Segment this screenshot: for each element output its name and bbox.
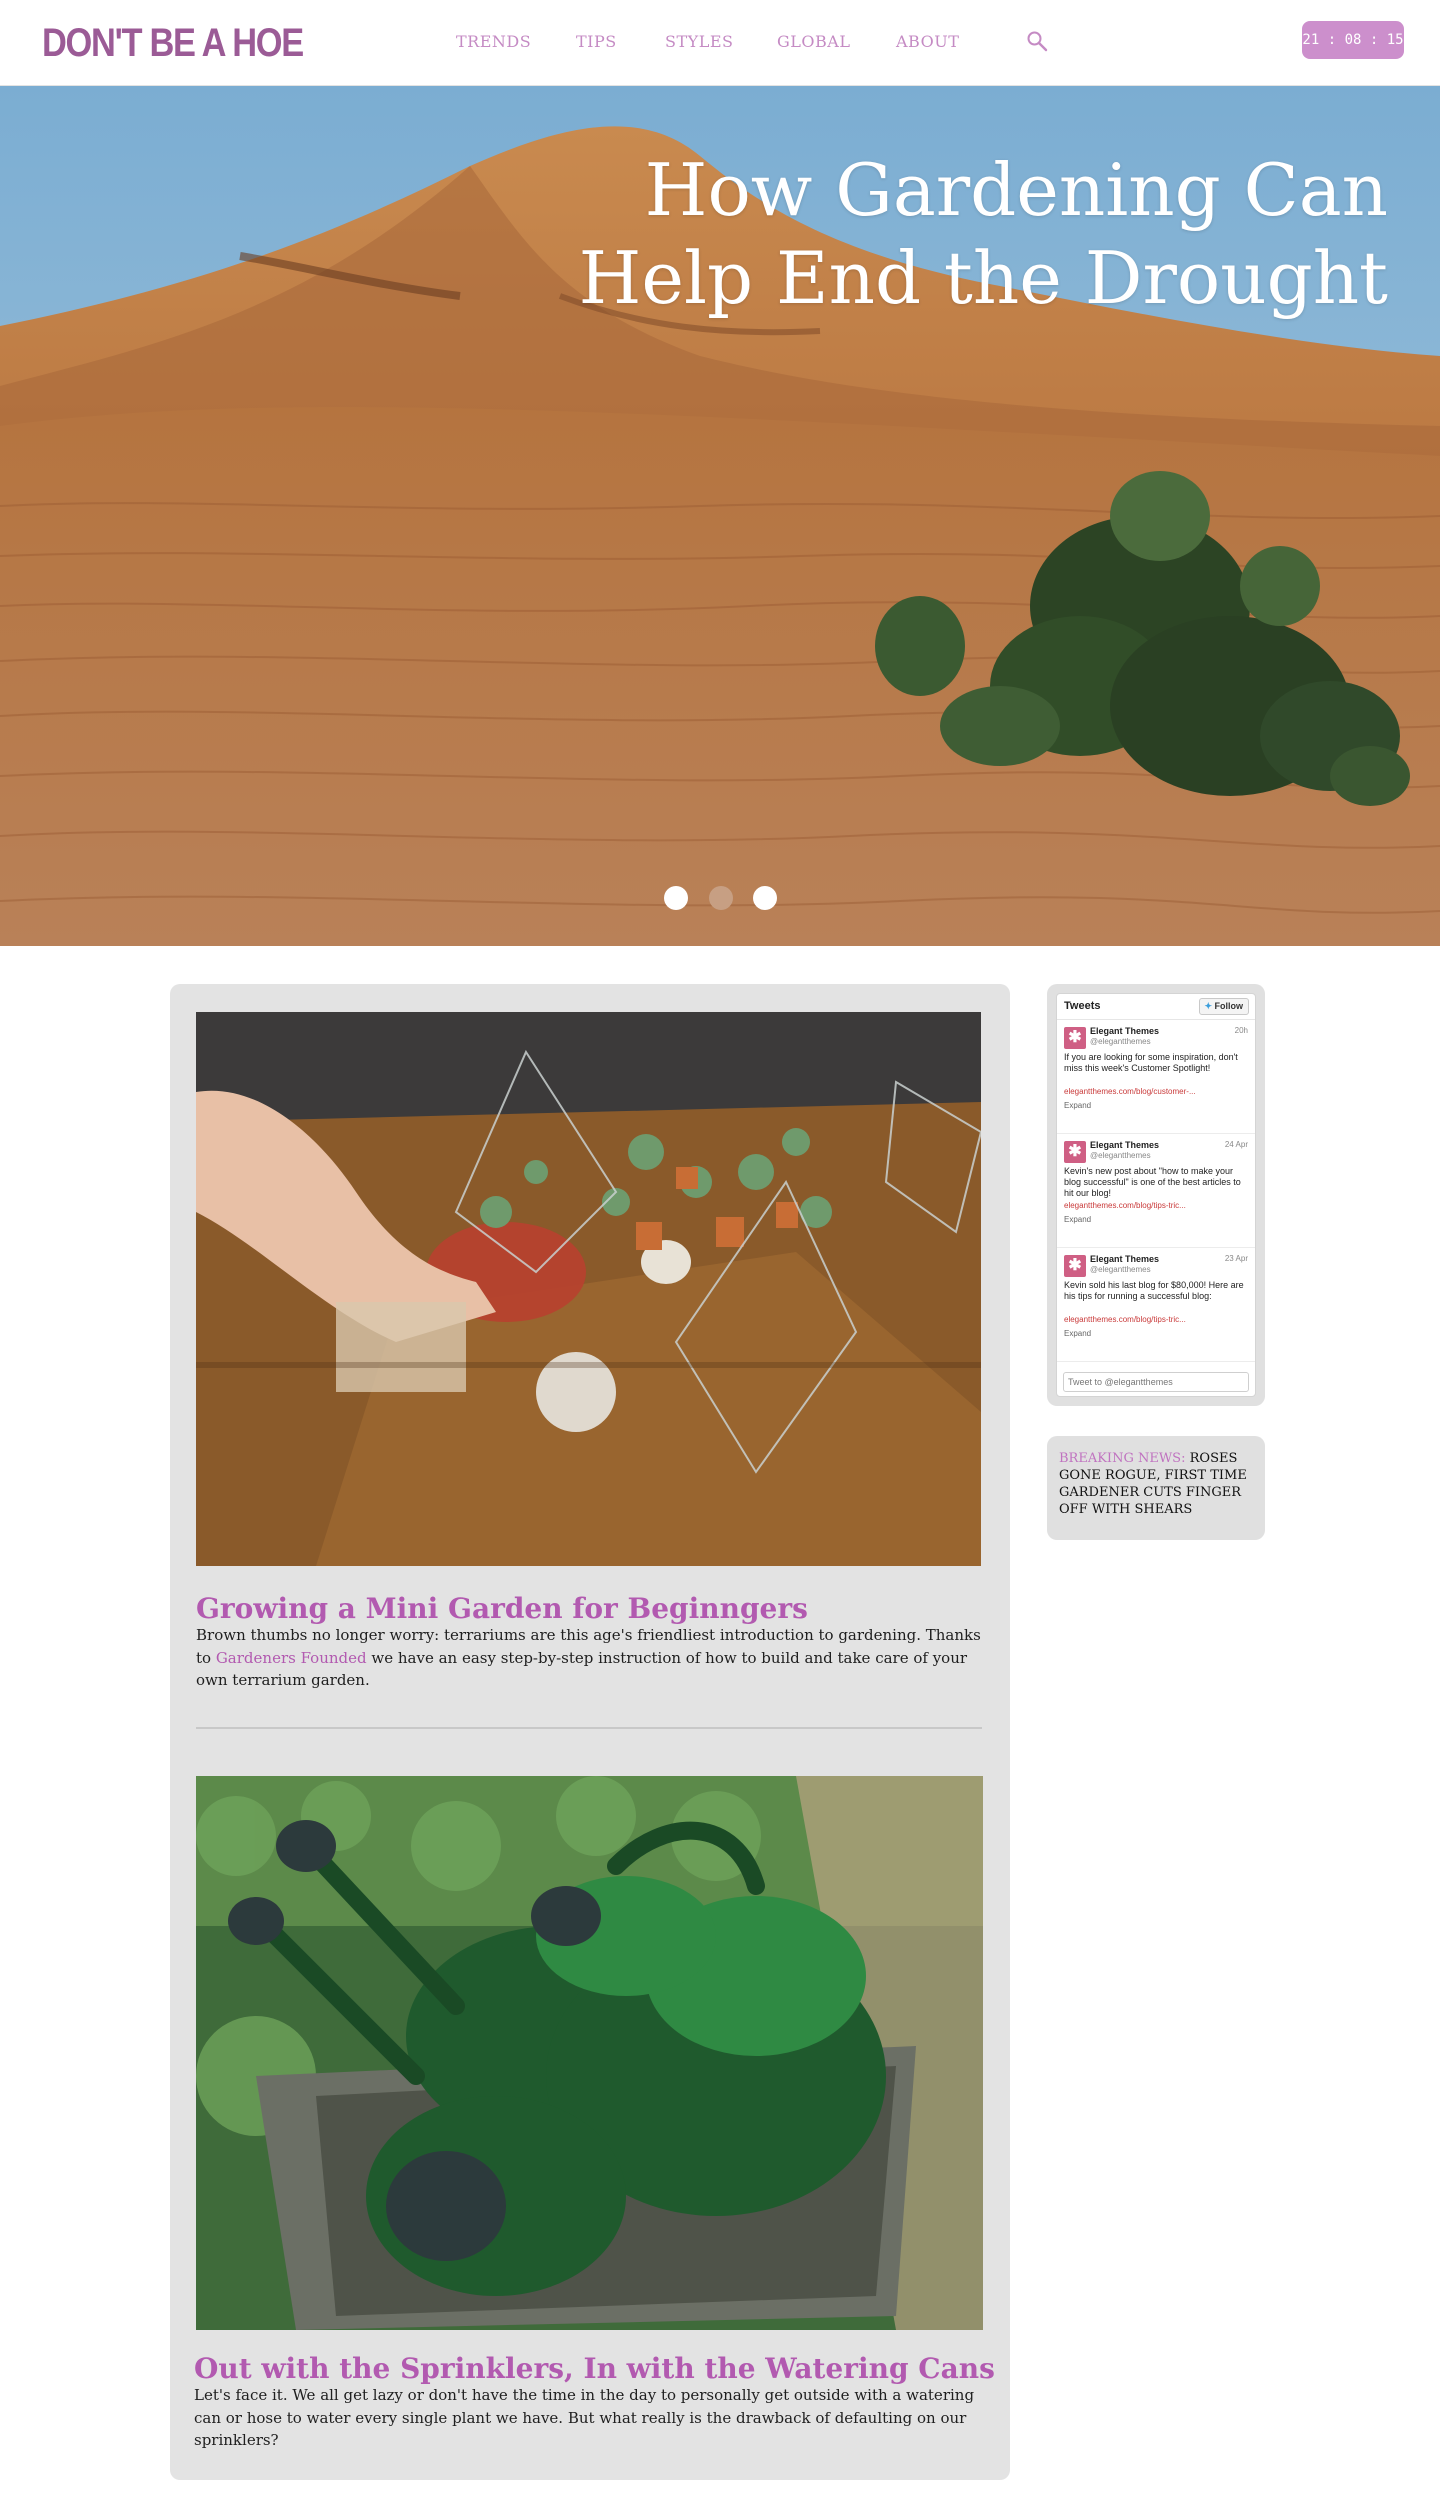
tweet-item[interactable]: ✱ Elegant Themes @elegantthemes 20h If y… bbox=[1057, 1021, 1255, 1134]
nav-item-global[interactable]: GLOBAL bbox=[777, 32, 850, 51]
tweet-to-input[interactable]: Tweet to @elegantthemes bbox=[1063, 1372, 1249, 1392]
site-logo[interactable]: DON'T BE A HOE bbox=[42, 18, 304, 68]
breaking-news-widget: BREAKING NEWS: ROSES GONE ROGUE, FIRST T… bbox=[1047, 1436, 1265, 1540]
tweet-link[interactable]: elegantthemes.com/blog/tips-tric... bbox=[1064, 1201, 1250, 1210]
tweets-title: Tweets bbox=[1064, 1000, 1101, 1012]
tweet-author-name[interactable]: Elegant Themes bbox=[1090, 1026, 1159, 1036]
post-title[interactable]: Out with the Sprinklers, In with the Wat… bbox=[194, 2352, 995, 2385]
nav-item-trends[interactable]: TRENDS bbox=[456, 32, 531, 51]
tweet-link[interactable]: elegantthemes.com/blog/tips-tric... bbox=[1064, 1315, 1250, 1324]
tweet-expand-link[interactable]: Expand bbox=[1064, 1215, 1091, 1224]
post-image-watering-cans[interactable] bbox=[196, 1776, 983, 2330]
posts-column: Growing a Mini Garden for Beginngers Bro… bbox=[170, 984, 1010, 2480]
tweets-widget: Tweets ✦ Follow ✱ Elegant Themes @elegan… bbox=[1047, 984, 1265, 1406]
post-title[interactable]: Growing a Mini Garden for Beginngers bbox=[196, 1592, 808, 1625]
tweet-text: If you are looking for some inspiration,… bbox=[1064, 1052, 1238, 1073]
tweets-header: Tweets ✦ Follow bbox=[1057, 994, 1255, 1020]
follow-button[interactable]: ✦ Follow bbox=[1199, 998, 1249, 1015]
hero-slider: How Gardening Can Help End the Drought bbox=[0, 86, 1440, 946]
tweet-link[interactable]: elegantthemes.com/blog/customer-... bbox=[1064, 1087, 1250, 1096]
tweet-author-name[interactable]: Elegant Themes bbox=[1090, 1140, 1159, 1150]
tweet-timestamp[interactable]: 23 Apr bbox=[1225, 1254, 1248, 1263]
tweet-item[interactable]: ✱ Elegant Themes @elegantthemes 23 Apr K… bbox=[1057, 1249, 1255, 1362]
tweet-expand-link[interactable]: Expand bbox=[1064, 1329, 1091, 1338]
tweet-author-handle[interactable]: @elegantthemes bbox=[1090, 1037, 1151, 1046]
slider-dot-3[interactable] bbox=[753, 886, 777, 910]
post-divider bbox=[196, 1727, 982, 1729]
clock-badge: 21 : 08 : 15 bbox=[1302, 21, 1404, 59]
tweet-item[interactable]: ✱ Elegant Themes @elegantthemes 24 Apr K… bbox=[1057, 1135, 1255, 1248]
nav-item-about[interactable]: ABOUT bbox=[896, 32, 959, 51]
hero-title-line-2: Help End the Drought bbox=[578, 236, 1388, 320]
tweet-text: Kevin's new post about "how to make your… bbox=[1064, 1166, 1241, 1198]
elegant-themes-avatar-icon[interactable]: ✱ bbox=[1064, 1141, 1086, 1163]
hero-title-line-1: How Gardening Can bbox=[644, 148, 1388, 232]
tweet-author-handle[interactable]: @elegantthemes bbox=[1090, 1151, 1151, 1160]
breaking-news-label[interactable]: BREAKING NEWS: bbox=[1059, 1451, 1185, 1466]
twitter-bird-icon: ✦ bbox=[1204, 1001, 1212, 1011]
tweet-author-name[interactable]: Elegant Themes bbox=[1090, 1254, 1159, 1264]
elegant-themes-avatar-icon[interactable]: ✱ bbox=[1064, 1255, 1086, 1277]
follow-label: Follow bbox=[1214, 1001, 1244, 1011]
tweet-author-handle[interactable]: @elegantthemes bbox=[1090, 1265, 1151, 1274]
hero-title[interactable]: How Gardening Can Help End the Drought bbox=[528, 146, 1388, 322]
search-icon[interactable] bbox=[1025, 29, 1049, 53]
elegant-themes-avatar-icon[interactable]: ✱ bbox=[1064, 1027, 1086, 1049]
post-image-terrarium[interactable] bbox=[196, 1012, 981, 1566]
slider-dot-1[interactable] bbox=[664, 886, 688, 910]
site-header: DON'T BE A HOE TRENDS TIPS STYLES GLOBAL… bbox=[0, 0, 1440, 86]
post-excerpt: Brown thumbs no longer worry: terrariums… bbox=[196, 1624, 982, 1692]
tweet-timestamp[interactable]: 20h bbox=[1235, 1026, 1248, 1035]
nav-item-styles[interactable]: STYLES bbox=[665, 32, 733, 51]
tweet-expand-link[interactable]: Expand bbox=[1064, 1101, 1091, 1110]
tweet-text: Kevin sold his last blog for $80,000! He… bbox=[1064, 1280, 1244, 1301]
post-excerpt: Let's face it. We all get lazy or don't … bbox=[194, 2386, 975, 2449]
tweet-timestamp[interactable]: 24 Apr bbox=[1225, 1140, 1248, 1149]
tweets-timeline: Tweets ✦ Follow ✱ Elegant Themes @elegan… bbox=[1056, 993, 1256, 1397]
nav-item-tips[interactable]: TIPS bbox=[576, 32, 617, 51]
slider-dot-2-active[interactable] bbox=[709, 886, 733, 910]
gardeners-founded-link[interactable]: Gardeners Founded bbox=[216, 1649, 367, 1667]
